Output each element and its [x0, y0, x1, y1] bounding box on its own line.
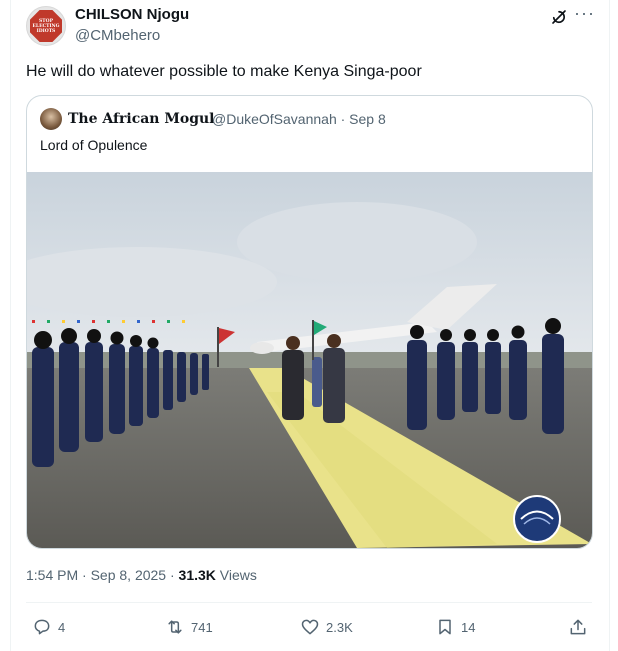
tweet-timestamp[interactable]: 1:54 PM · Sep 8, 2025 · [26, 567, 179, 583]
quoted-tweet[interactable]: The African Mogul @DukeOfSavannah · Sep … [26, 95, 593, 549]
stop-sign-logo: STOP ELECTING IDIOTS [30, 10, 62, 42]
quoted-text: Lord of Opulence [40, 137, 148, 153]
views-label: Views [215, 567, 257, 583]
more-icon[interactable]: ··· [574, 4, 595, 22]
reply-icon [34, 619, 50, 635]
repost-icon [168, 620, 182, 634]
bookmark-icon [439, 619, 451, 635]
reply-count: 4 [58, 619, 66, 635]
actions-divider [26, 602, 592, 603]
grok-icon[interactable] [550, 8, 568, 26]
bookmark-count: 14 [461, 619, 476, 635]
author-handle[interactable]: @CMbehero [75, 27, 160, 44]
quoted-display-name[interactable]: The African Mogul [68, 111, 214, 127]
reply-button[interactable]: 4 [32, 617, 65, 637]
repost-count: 741 [191, 619, 213, 635]
like-count: 2.3K [326, 619, 353, 635]
share-button[interactable] [568, 617, 588, 637]
views-count: 31.3K [178, 567, 216, 583]
bookmark-button[interactable]: 14 [435, 617, 475, 637]
quoted-handle-date[interactable]: @DukeOfSavannah · Sep 8 [212, 111, 386, 127]
tweet-meta: 1:54 PM · Sep 8, 2025 · 31.3K Views [26, 567, 257, 583]
author-display-name[interactable]: CHILSON Njogu [75, 6, 189, 23]
repost-button[interactable]: 741 [165, 617, 213, 637]
quoted-avatar[interactable] [40, 108, 62, 130]
share-icon [570, 619, 586, 635]
like-button[interactable]: 2.3K [300, 617, 353, 637]
like-icon [301, 619, 319, 635]
quoted-photo[interactable] [27, 172, 592, 548]
tweet-text: He will do whatever possible to make Ken… [26, 63, 422, 80]
author-avatar[interactable]: STOP ELECTING IDIOTS [26, 6, 66, 46]
